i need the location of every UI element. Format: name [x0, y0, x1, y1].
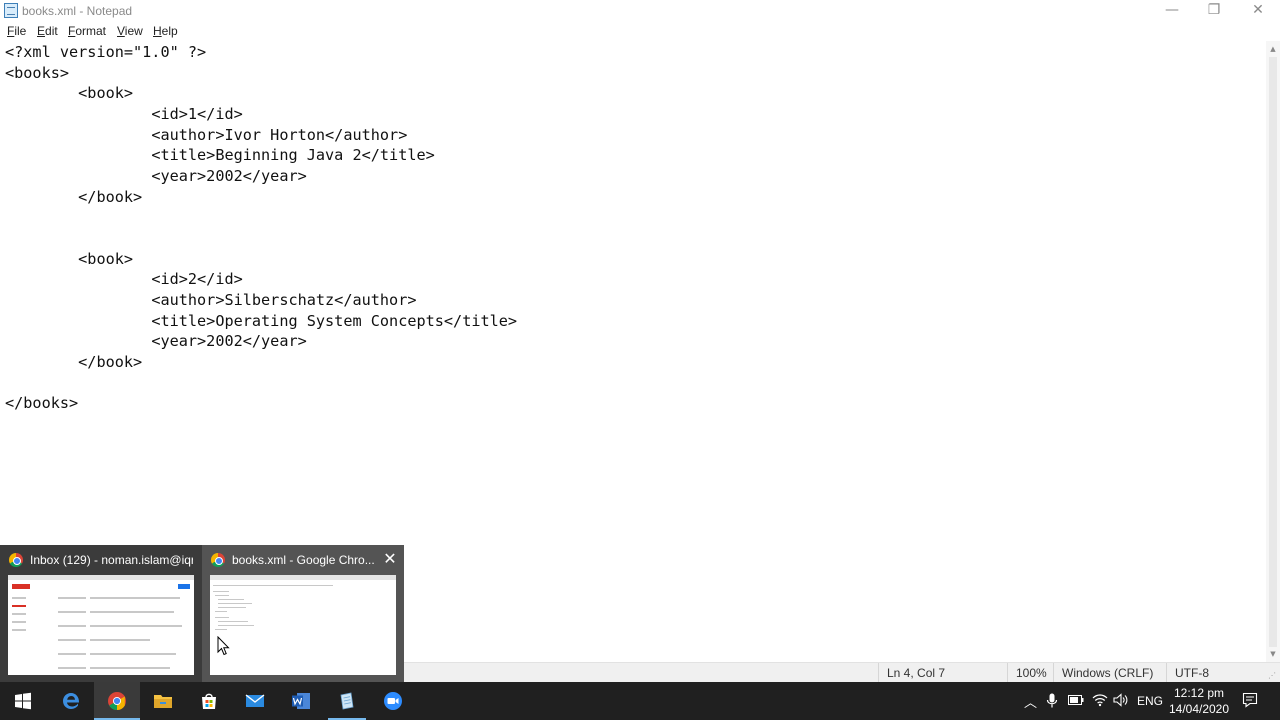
thumbnail-line	[218, 607, 246, 608]
thumbnail-line	[58, 597, 86, 599]
clock-time: 12:12 pm	[1173, 686, 1225, 700]
menu-file[interactable]: File	[7, 24, 26, 38]
preview-card-books[interactable]: books.xml - Google Chro... ✕	[202, 545, 404, 682]
battery-icon[interactable]	[1068, 695, 1084, 705]
language-indicator[interactable]: ENG	[1137, 694, 1163, 708]
status-divider	[1007, 663, 1008, 683]
thumbnail-line	[213, 591, 229, 592]
thumbnail-line	[12, 621, 26, 623]
thumbnail-line	[58, 611, 86, 613]
vertical-scrollbar[interactable]: ▲ ▼	[1266, 41, 1280, 662]
file-explorer-icon	[154, 695, 172, 708]
start-button[interactable]	[0, 682, 46, 720]
word-icon	[292, 693, 310, 709]
taskbar-notepad[interactable]	[324, 682, 370, 720]
taskbar-file-explorer[interactable]	[140, 682, 186, 720]
taskbar-chrome[interactable]	[94, 682, 140, 720]
thumbnail-toolbar	[210, 575, 396, 580]
wifi-icon[interactable]	[1092, 693, 1108, 707]
thumbnail-line	[215, 611, 227, 612]
thumbnail-toolbar	[8, 575, 194, 580]
thumbnail-line	[58, 653, 86, 655]
taskbar-store[interactable]	[186, 682, 232, 720]
chrome-icon	[211, 553, 225, 567]
preview-card-inbox[interactable]: Inbox (129) - noman.islam@iqr...	[0, 545, 202, 682]
preview-close-button[interactable]: ✕	[380, 549, 400, 569]
windows-start-icon	[15, 692, 31, 710]
system-tray: ︿ ENG	[1020, 682, 1164, 720]
thumbnail-line	[90, 597, 180, 599]
thumbnail-line	[215, 617, 229, 618]
menu-format[interactable]: Format	[68, 24, 106, 38]
thumbnail-line	[90, 611, 174, 613]
clock-date: 14/04/2020	[1168, 702, 1230, 716]
editor-content[interactable]: <?xml version="1.0" ?> <books> <book> <i…	[5, 42, 517, 414]
status-divider	[1053, 663, 1054, 683]
menu-bar: File Edit Format View Help	[0, 22, 1280, 41]
notepad-icon	[340, 692, 354, 710]
status-divider	[1166, 663, 1167, 683]
clock[interactable]: 12:12 pm 14/04/2020	[1164, 685, 1234, 717]
taskbar-edge[interactable]	[48, 682, 94, 720]
scroll-up-icon[interactable]: ▲	[1266, 42, 1280, 56]
status-position: Ln 4, Col 7	[887, 666, 946, 680]
thumbnail-line	[213, 585, 333, 586]
microphone-icon[interactable]	[1046, 693, 1058, 709]
taskbar-preview-popup: Inbox (129) - noman.islam@iqr... books.x…	[0, 545, 404, 682]
thumbnail-line	[90, 653, 176, 655]
mouse-cursor-icon	[217, 636, 230, 656]
show-hidden-icons-icon[interactable]: ︿	[1024, 692, 1037, 711]
action-center-icon[interactable]	[1242, 692, 1258, 708]
close-button[interactable]: ✕	[1236, 0, 1280, 22]
thumbnail-line	[58, 639, 86, 641]
thumbnail-line	[58, 625, 86, 627]
chrome-icon	[9, 553, 23, 567]
taskbar-zoom[interactable]	[370, 682, 416, 720]
menu-edit[interactable]: Edit	[37, 24, 58, 38]
store-icon	[202, 693, 216, 709]
status-encoding: UTF-8	[1175, 666, 1209, 680]
notepad-icon	[4, 3, 18, 18]
thumbnail-line	[215, 595, 229, 596]
resize-grip-icon[interactable]: ⋰	[1268, 671, 1278, 681]
restore-button[interactable]: ❐	[1192, 0, 1236, 22]
zoom-icon	[384, 692, 402, 710]
gmail-compose-icon	[178, 584, 190, 589]
taskbar-mail[interactable]	[232, 682, 278, 720]
preview-title: Inbox (129) - noman.islam@iqr...	[30, 553, 193, 567]
preview-title: books.xml - Google Chro...	[232, 553, 375, 567]
scrollbar-thumb[interactable]	[1269, 57, 1277, 647]
taskbar: ︿ ENG 12:12 pm 14/04/2020	[0, 682, 1280, 720]
menu-help[interactable]: Help	[153, 24, 178, 38]
status-line-endings: Windows (CRLF)	[1062, 666, 1154, 680]
thumbnail-line	[12, 605, 26, 607]
mail-icon	[245, 694, 265, 707]
status-zoom: 100%	[1016, 666, 1047, 680]
thumbnail-line	[90, 639, 150, 641]
thumbnail-line	[90, 625, 182, 627]
minimize-button[interactable]: —	[1150, 0, 1194, 22]
thumbnail-line	[12, 613, 26, 615]
preview-thumbnail[interactable]	[210, 575, 396, 675]
title-bar: books.xml - Notepad — ❐ ✕	[0, 0, 1280, 22]
thumbnail-line	[58, 667, 86, 669]
thumbnail-line	[218, 599, 244, 600]
preview-thumbnail[interactable]	[8, 575, 194, 675]
edge-icon	[63, 693, 80, 709]
thumbnail-line	[12, 597, 26, 599]
menu-view[interactable]: View	[117, 24, 143, 38]
volume-icon[interactable]	[1113, 693, 1129, 707]
thumbnail-line	[90, 667, 170, 669]
thumbnail-line	[218, 625, 254, 626]
taskbar-word[interactable]	[278, 682, 324, 720]
thumbnail-line	[215, 629, 227, 630]
thumbnail-line	[12, 629, 26, 631]
chrome-icon	[108, 692, 126, 710]
gmail-logo-icon	[12, 584, 30, 589]
scroll-down-icon[interactable]: ▼	[1266, 647, 1280, 661]
status-divider	[878, 663, 879, 683]
thumbnail-line	[218, 603, 252, 604]
window-title: books.xml - Notepad	[22, 4, 133, 18]
thumbnail-line	[218, 621, 248, 622]
